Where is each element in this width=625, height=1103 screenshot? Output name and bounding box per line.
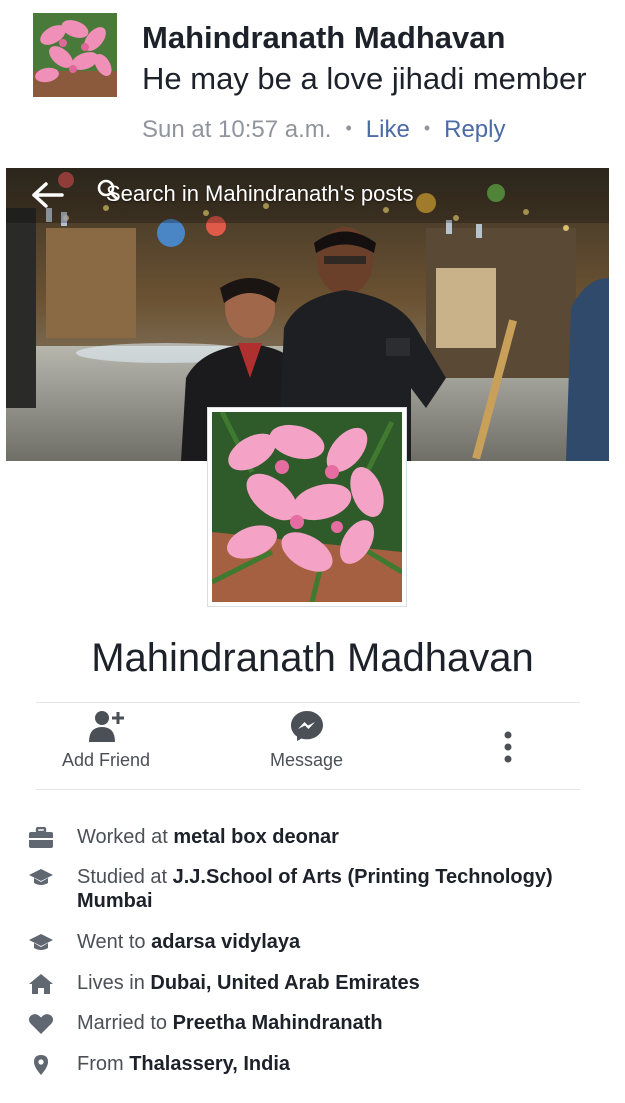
about-prefix: Went to — [77, 931, 152, 953]
more-vertical-icon — [504, 731, 512, 763]
about-text: Lives in Dubai, United Arab Emirates — [77, 971, 577, 995]
comment: Mahindranath Madhavan He may be a love j… — [33, 13, 623, 143]
back-arrow-icon — [32, 182, 64, 208]
add-friend-label: Add Friend — [62, 750, 151, 770]
about-text: Married to Preetha Mahindranath — [77, 1011, 577, 1035]
meta-separator: • — [423, 118, 431, 138]
about-text: Went to adarsa vidylaya — [77, 930, 577, 954]
back-button[interactable] — [30, 180, 66, 210]
comment-avatar[interactable] — [33, 13, 117, 97]
heart-icon — [28, 1014, 54, 1034]
messenger-icon — [290, 711, 323, 741]
about-value[interactable]: Preetha Mahindranath — [173, 1012, 383, 1034]
about-value[interactable]: Thalassery, India — [129, 1053, 290, 1075]
comment-author[interactable]: Mahindranath Madhavan — [142, 19, 587, 57]
like-button[interactable]: Like — [366, 116, 410, 143]
add-friend-button[interactable]: Add Friend — [62, 710, 150, 771]
search-icon — [97, 179, 119, 201]
comment-timestamp[interactable]: Sun at 10:57 a.m. — [142, 116, 331, 143]
more-options-button[interactable] — [498, 730, 518, 766]
search-placeholder: Search in Mahindranath's posts — [106, 181, 414, 206]
search-posts-field[interactable]: Search in Mahindranath's posts — [96, 178, 413, 210]
message-button[interactable]: Message — [270, 710, 343, 771]
about-value[interactable]: metal box deonar — [173, 826, 339, 848]
profile-name: Mahindranath Madhavan — [91, 636, 534, 680]
profile-picture[interactable] — [208, 408, 406, 606]
reply-button[interactable]: Reply — [444, 116, 505, 143]
message-label: Message — [270, 750, 344, 770]
profile-actions: Add Friend Message — [36, 710, 580, 788]
briefcase-icon — [29, 827, 53, 848]
location-pin-icon — [34, 1055, 48, 1075]
about-prefix: Studied at — [77, 866, 173, 888]
divider — [36, 789, 580, 790]
about-text: From Thalassery, India — [77, 1052, 577, 1076]
about-prefix: From — [77, 1053, 130, 1075]
meta-separator: • — [345, 118, 352, 138]
comment-body: Mahindranath Madhavan He may be a love j… — [142, 19, 587, 145]
comment-meta: Sun at 10:57 a.m. • Like • Reply — [142, 113, 587, 145]
profile-picture-image — [212, 412, 402, 602]
divider — [36, 702, 580, 703]
add-friend-icon — [89, 711, 125, 742]
comment-text: He may be a love jihadi member — [142, 61, 587, 96]
about-prefix: Married to — [77, 1012, 173, 1034]
graduation-cap-icon — [29, 934, 53, 950]
about-text: Worked at metal box deonar — [77, 825, 577, 849]
about-value[interactable]: adarsa vidylaya — [151, 931, 300, 953]
about-value[interactable]: Dubai, United Arab Emirates — [150, 972, 419, 994]
home-icon — [29, 974, 53, 994]
about-prefix: Lives in — [77, 972, 151, 994]
graduation-cap-icon — [29, 869, 53, 885]
about-prefix: Worked at — [77, 826, 174, 848]
about-text: Studied at J.J.School of Arts (Printing … — [77, 865, 577, 913]
